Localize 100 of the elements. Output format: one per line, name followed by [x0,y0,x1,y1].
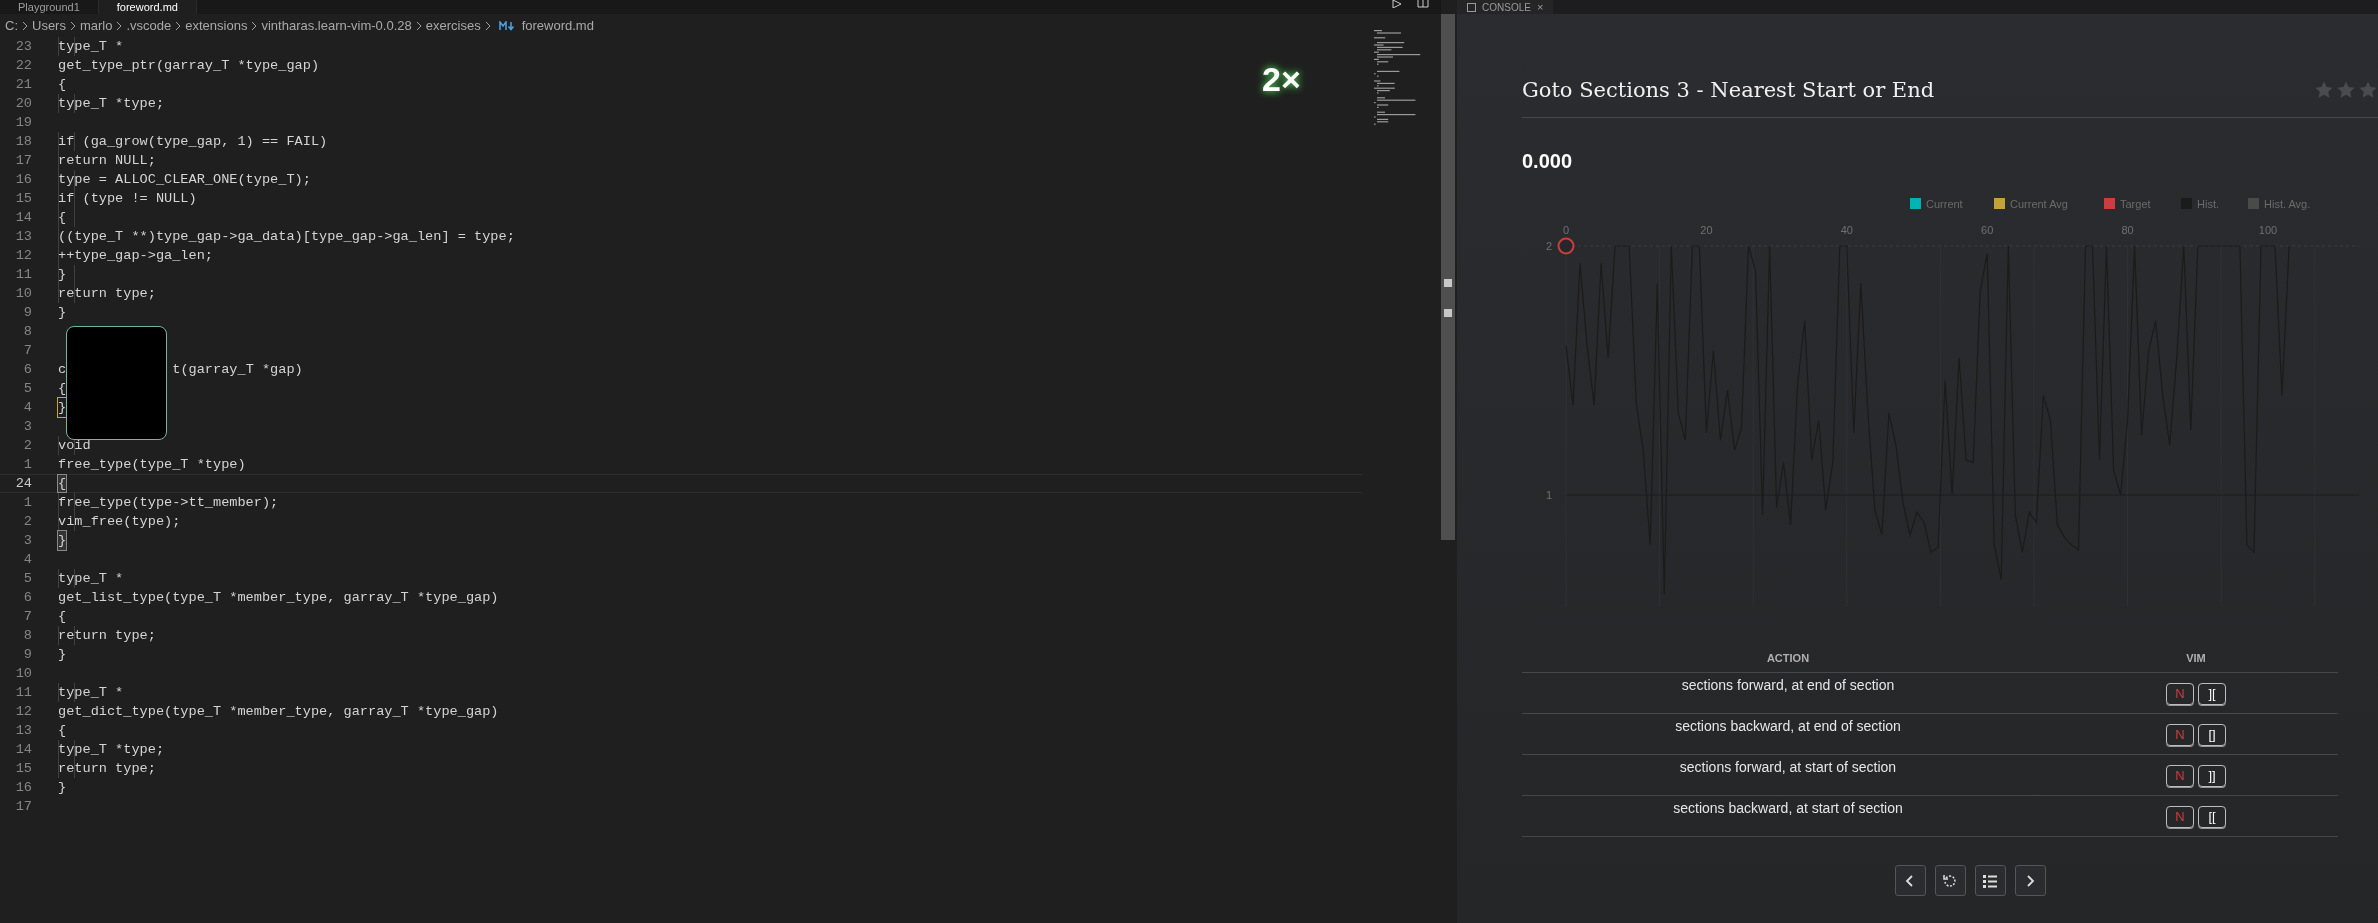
code-text: void [58,437,91,455]
breadcrumb-item[interactable]: foreword.md [521,18,594,33]
line-number: 11 [14,266,32,284]
code-text: } [58,398,67,417]
code-text: { [58,475,67,492]
split-editor-icon[interactable] [1417,0,1430,8]
line-number: 4 [22,399,32,417]
line-number: 14 [14,741,32,759]
next-button[interactable] [2014,865,2046,896]
line-number: 1 [22,494,32,512]
line-number: 2 [22,513,32,531]
x-tick-label: 40 [1840,224,1853,236]
chevron-icon [21,20,29,31]
chevron-icon [174,20,183,31]
reset-icon [1942,872,1958,889]
star-icon[interactable] [2314,80,2334,100]
code-text: type = ALLOC_CLEAR_ONE(type_T); [58,171,311,189]
previous-button[interactable] [1894,865,1926,896]
line-number: 15 [14,190,32,208]
breadcrumb-item[interactable]: .vscode [126,18,172,33]
breadcrumb-item[interactable]: vintharas.learn-vim-0.0.28 [261,18,412,33]
code-text: { [58,209,67,227]
line-number: 19 [14,114,32,132]
line-number: 6 [22,589,32,607]
code-text: ((type_T **)type_gap->ga_data)[type_gap->ga_len] = type; [58,228,515,246]
star-icon[interactable] [2358,80,2378,100]
breadcrumb-item[interactable]: exercises [425,18,481,33]
x-tick-label: 100 [2258,224,2278,236]
console-tab[interactable]: CONSOLE × [1457,0,1554,14]
x-tick-label: 60 [1981,224,1994,236]
chevron-icon [483,20,492,31]
code-text: } [58,531,67,550]
mode-key: N [2166,765,2194,787]
line-number: 5 [22,380,32,398]
code-text: } [58,646,67,664]
star-rating[interactable] [2314,80,2378,100]
line-number: 2 [22,437,32,455]
legend-label: Current Avg [2010,198,2068,210]
line-number: 9 [22,304,32,322]
code-text: } [58,266,67,284]
run-icon[interactable] [1391,0,1404,8]
line-number: 17 [14,798,32,816]
key-count-overlay: 2× [1262,60,1301,99]
scrollbar[interactable] [1441,14,1455,540]
breadcrumb-item[interactable]: extensions [185,18,248,33]
line-number: 11 [14,684,32,702]
line-number: 16 [14,171,32,189]
code-text: } [58,779,67,797]
code-text: vim_free(type); [58,513,181,531]
line-number: 13 [14,228,32,246]
line-number: 1 [22,456,32,474]
line-number: 10 [14,285,32,303]
line-number: 12 [14,247,32,265]
line-number: 4 [22,551,32,569]
code-text: t(garray_T *gap) [172,361,303,379]
mode-key: N [2166,683,2194,705]
code-text: { [58,76,67,94]
line-number: 22 [14,57,32,75]
code-text: { [58,380,67,398]
line-number: 7 [22,608,32,626]
code-text: get_list_type(type_T *member_type, garray_T *type_gap) [58,589,499,607]
editor-tab[interactable]: foreword.md [98,0,197,14]
exercise-title: Goto Sections 3 - Nearest Start or End [1522,78,1935,102]
column-header: ACTION [1522,644,2054,673]
mode-key: N [2166,724,2194,746]
line-number: 5 [22,570,32,588]
legend-label: Current [1926,198,1963,210]
line-number: 13 [14,722,32,740]
legend-label: Target [2120,198,2151,210]
key-cap: [[ [2198,806,2226,828]
list-button[interactable] [1974,865,2006,896]
score-value: 0.000 [1522,150,1574,174]
line-number: 20 [14,95,32,113]
breadcrumb-item[interactable]: C: [5,18,18,33]
chevron-icon [115,20,124,31]
code-text: get_type_ptr(garray_T *type_gap) [58,57,320,75]
line-number: 18 [14,133,32,151]
line-number: 16 [14,779,32,797]
code-text: c [58,361,67,379]
chevron-icon [414,20,423,31]
code-text: type_T * [58,38,124,56]
x-tick-label: 80 [2121,224,2134,236]
breadcrumb-item[interactable]: Users [32,18,66,33]
code-text: return type; [58,627,156,645]
breadcrumb-item[interactable]: marlo [79,18,113,33]
list-icon [1982,872,1998,889]
code-text: { [58,722,67,740]
code-text: if (type != NULL) [58,190,197,208]
code-text: { [58,608,67,626]
code-text: ++type_gap->ga_len; [58,247,213,265]
close-button[interactable]: × [1536,1,1544,13]
chevron-icon [250,20,259,31]
reset-button[interactable] [1934,865,1966,896]
star-icon[interactable] [2336,80,2356,100]
code-text: return type; [58,285,156,303]
chevron-icon [68,20,77,31]
window-icon [1467,2,1476,12]
line-number: 8 [22,323,32,341]
action-text: sections forward, at end of section [1681,677,1895,693]
legend-label: Hist. Avg. [2264,198,2311,210]
